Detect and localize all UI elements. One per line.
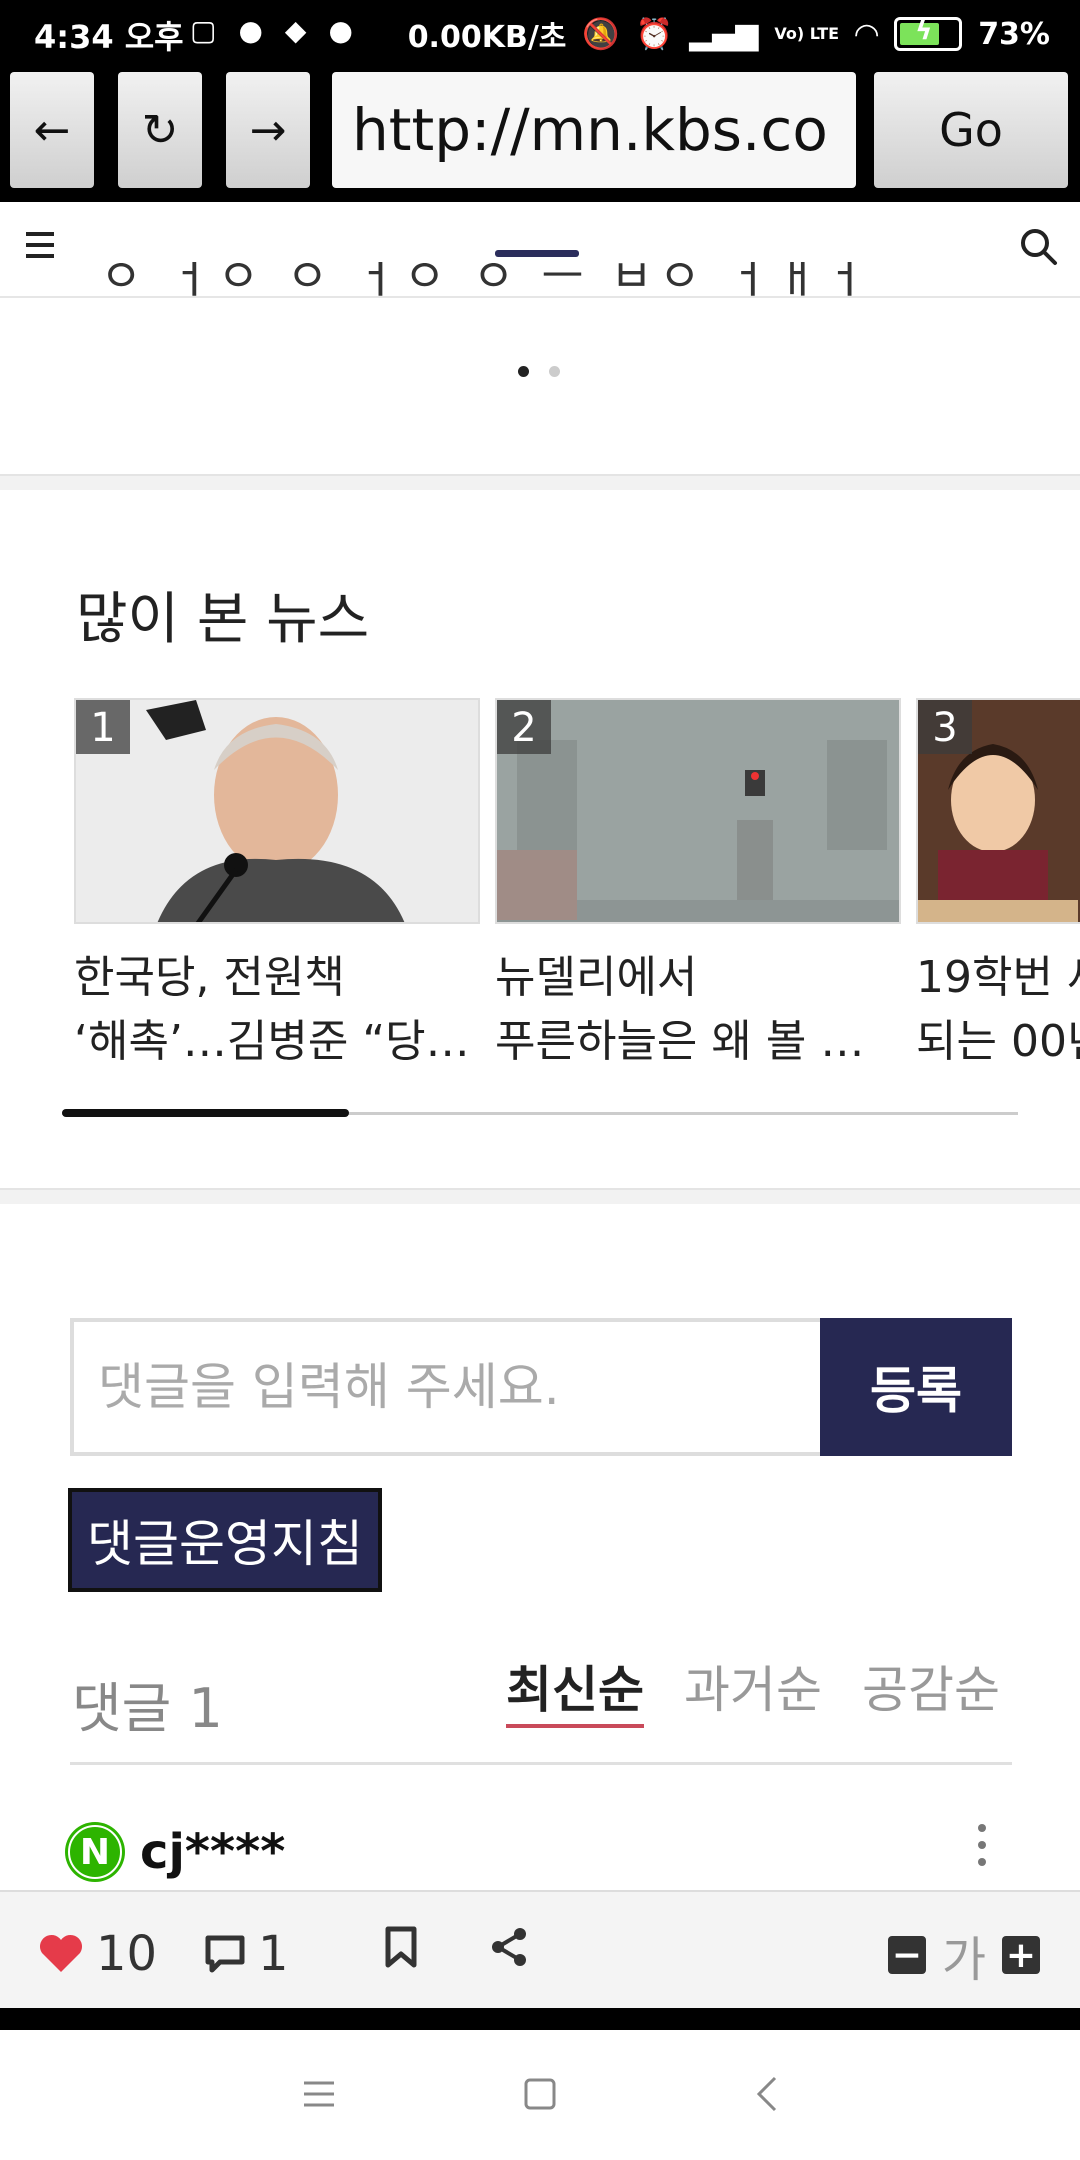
more-options-icon[interactable] xyxy=(978,1824,986,1875)
font-increase-icon[interactable]: + xyxy=(1002,1935,1040,1976)
share-button[interactable] xyxy=(490,1926,530,1968)
section-divider xyxy=(0,474,1080,490)
news-headline-line2: ‘해촉’…김병준 “당… xyxy=(74,1016,470,1067)
most-viewed-title: 많이 본 뉴스 xyxy=(76,587,370,652)
article-action-bar: 10 1 − 가 + xyxy=(0,1890,1080,2010)
reload-icon: ↻ xyxy=(141,104,179,156)
network-type: Vo) LTE xyxy=(774,24,840,43)
menu-icon[interactable] xyxy=(26,232,54,265)
reply-button[interactable]: 1 xyxy=(204,1926,289,1982)
news-headline-line1: 한국당, 전원책 xyxy=(74,952,345,1003)
wifi-icon: ◠ xyxy=(855,16,879,52)
naver-badge-icon: N xyxy=(68,1825,122,1879)
home-icon[interactable] xyxy=(515,2074,565,2114)
share-icon xyxy=(492,1928,526,1966)
forward-arrow-icon: → xyxy=(249,104,287,156)
system-nav-bar xyxy=(0,2030,1080,2160)
bookmark-button[interactable] xyxy=(384,1926,418,1968)
cat-icon: ● xyxy=(328,14,353,47)
news-headline-line2: 되는 00년 xyxy=(916,1016,1080,1067)
comment-sort-tabs: 최신순 과거순 공감순 xyxy=(506,1650,1000,1728)
comment-divider xyxy=(70,1762,1012,1765)
comment-username: cj**** xyxy=(140,1824,286,1880)
news-thumbnail[interactable]: 1 xyxy=(74,698,480,924)
news-item-1[interactable]: 1 한국당, 전원책 ‘해촉’…김병준 “당… xyxy=(74,698,480,1074)
reply-count: 1 xyxy=(258,1926,289,1982)
news-thumbnail[interactable]: 3 xyxy=(916,698,1080,924)
status-time: 4:34 오후 xyxy=(34,18,184,56)
comment-submit-button[interactable]: 등록 xyxy=(820,1318,1012,1456)
most-viewed-scrollbar[interactable] xyxy=(62,1109,1018,1117)
font-size-label: 가 xyxy=(941,1932,986,1988)
back-nav-icon[interactable] xyxy=(742,2074,792,2114)
bookmark-icon xyxy=(385,1926,417,1968)
news-photo-2 xyxy=(497,700,899,922)
comment-count: 댓글 1 xyxy=(72,1677,223,1740)
alarm-icon: ⏰ xyxy=(635,16,674,52)
news-item-3[interactable]: 3 19학번 새 되는 00년 xyxy=(916,698,1080,1074)
scroll-progress-fill xyxy=(62,1109,349,1117)
bottom-divider xyxy=(0,2008,1080,2030)
comment-icon xyxy=(205,1935,245,1973)
carousel-dot-1[interactable] xyxy=(518,366,529,377)
font-size-control: − 가 + xyxy=(887,1920,1040,1990)
notification-icon: ▢ xyxy=(190,14,217,47)
rank-badge: 2 xyxy=(497,700,551,754)
status-right: 0.00KB/초 🔕 ⏰ ▂▄▆ Vo) LTE ◠ ϟ 73% xyxy=(408,12,1050,56)
news-item-2[interactable]: 2 뉴델리에서 푸른하늘은 왜 볼 … xyxy=(495,698,901,1074)
rank-badge: 3 xyxy=(918,700,972,754)
network-speed: 0.00KB/초 xyxy=(407,20,567,55)
mute-icon: 🔕 xyxy=(582,16,620,52)
search-icon[interactable] xyxy=(1018,226,1058,266)
like-count: 10 xyxy=(96,1926,158,1982)
comment-input[interactable] xyxy=(74,1322,822,1452)
news-headline-line1: 19학번 새 xyxy=(916,952,1080,1003)
status-bar: 4:34 오후 ▢ ● ◆ ● 0.00KB/초 🔕 ⏰ ▂▄▆ Vo) LTE… xyxy=(0,0,1080,66)
comment-author: N cj**** xyxy=(68,1824,285,1880)
carousel-dots xyxy=(518,366,560,377)
sort-tab-oldest[interactable]: 과거순 xyxy=(684,1650,822,1728)
back-button[interactable]: ← xyxy=(10,72,94,188)
sort-tab-likes[interactable]: 공감순 xyxy=(862,1650,1000,1728)
news-headline-line1: 뉴델리에서 xyxy=(495,952,698,1003)
back-arrow-icon: ← xyxy=(33,104,71,156)
battery-percent: 73% xyxy=(978,16,1050,52)
signal-icon: ▂▄▆ xyxy=(689,16,759,52)
app-icon: ◆ xyxy=(284,14,307,47)
carousel-caption: ㅇ ㅓㅇ ㅇ ㅓㅇ ㅇ ㅡ ㅂㅇ ㅓㅐㅓ ㅐ xyxy=(100,262,873,298)
forward-button[interactable]: → xyxy=(226,72,310,188)
chat-icon: ● xyxy=(238,14,263,47)
news-thumbnail[interactable]: 2 xyxy=(495,698,901,924)
carousel-dot-2[interactable] xyxy=(549,366,560,377)
rank-badge: 1 xyxy=(76,700,130,754)
go-button[interactable]: Go xyxy=(874,72,1068,188)
section-divider xyxy=(0,1188,1080,1204)
battery-icon: ϟ xyxy=(894,16,963,51)
news-headline-line2: 푸른하늘은 왜 볼 … xyxy=(495,1016,865,1067)
like-button[interactable]: 10 xyxy=(38,1926,157,1982)
most-viewed-list: 1 한국당, 전원책 ‘해촉’…김병준 “당… 2 뉴델리에서 푸른하늘은 왜 … xyxy=(74,698,1080,1078)
reload-button[interactable]: ↻ xyxy=(118,72,202,188)
status-app-icons: ▢ ● ◆ ● xyxy=(190,14,353,47)
comment-guidelines-button[interactable]: 댓글운영지침 xyxy=(68,1488,382,1592)
recent-apps-icon[interactable] xyxy=(294,2074,344,2114)
news-photo-1 xyxy=(76,700,478,922)
sort-tab-latest[interactable]: 최신순 xyxy=(506,1650,644,1728)
font-decrease-icon[interactable]: − xyxy=(887,1935,926,1976)
site-logo[interactable] xyxy=(495,250,579,257)
browser-toolbar: ← ↻ → http://mn.kbs.co Go xyxy=(0,66,1080,202)
heart-icon xyxy=(39,1934,83,1972)
url-input[interactable]: http://mn.kbs.co xyxy=(332,72,856,188)
